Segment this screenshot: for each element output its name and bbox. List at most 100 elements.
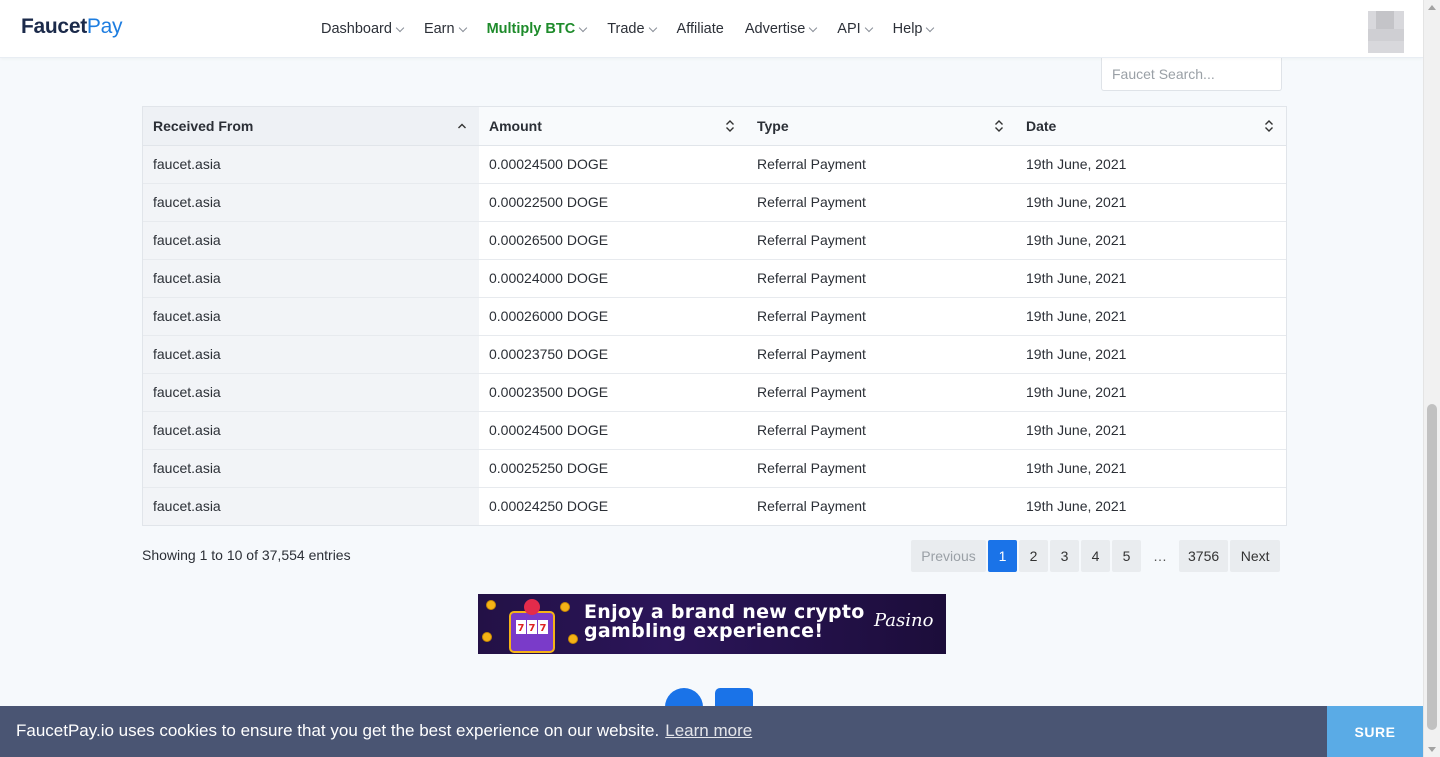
cell-amount: 0.00025250 DOGE <box>479 449 747 488</box>
cookie-accept-button[interactable]: SURE <box>1327 706 1423 757</box>
sort-icon <box>725 119 735 133</box>
chevron-down-icon <box>809 23 818 32</box>
cell-date: 19th June, 2021 <box>1016 297 1286 336</box>
nav-label: Earn <box>423 21 455 37</box>
previous-page-button[interactable]: Previous <box>911 540 986 572</box>
nav-label: Multiply BTC <box>486 21 576 37</box>
cell-type: Referral Payment <box>747 297 1016 336</box>
cell-date: 19th June, 2021 <box>1016 411 1286 450</box>
cell-amount: 0.00024250 DOGE <box>489 498 609 515</box>
nav-label: Help <box>892 21 923 37</box>
column-header-label: Type <box>757 117 789 134</box>
cell-amount: 0.00026500 DOGE <box>479 221 747 260</box>
cell-date: 19th June, 2021 <box>1016 145 1286 184</box>
cell-date: 19th June, 2021 <box>1016 221 1286 260</box>
page-button-3[interactable]: 3 <box>1050 540 1079 572</box>
coin-icon <box>568 634 578 644</box>
nav-item-trade[interactable]: Trade <box>607 21 657 37</box>
cell-type: Referral Payment <box>747 335 1016 374</box>
nav-item-advertise[interactable]: Advertise <box>744 21 818 37</box>
column-header-amount[interactable]: Amount <box>479 107 747 146</box>
pagination-ellipsis: … <box>1153 548 1167 564</box>
table-row: faucet.asia 0.00023500 DOGE Referral Payme… <box>143 373 1286 412</box>
page-scrollbar[interactable] <box>1423 0 1440 757</box>
table-header-row: Received From Amount Type Date <box>143 107 1286 146</box>
scroll-up-arrow-icon[interactable] <box>1428 5 1436 10</box>
table-row: faucet.asia 0.00026500 DOGE Referral Payme… <box>143 221 1286 260</box>
table-row: faucet.asia 0.00026000 DOGE Referral Payme… <box>143 297 1286 336</box>
nav-item-dashboard[interactable]: Dashboard <box>321 21 405 37</box>
table-row: faucet.asia 0.00024500 DOGE Referral Payme… <box>143 411 1286 450</box>
chevron-down-icon <box>864 23 873 32</box>
nav-label: API <box>837 21 861 37</box>
entries-info: Showing 1 to 10 of 37,554 entries <box>142 547 351 563</box>
column-header-date[interactable]: Date <box>1016 107 1286 146</box>
cell-amount: 0.00024500 DOGE <box>479 145 747 184</box>
scroll-down-arrow-icon[interactable] <box>1428 747 1436 752</box>
page-button-1[interactable]: 1 <box>988 540 1017 572</box>
faucetpay-logo[interactable]: FaucetPay <box>21 15 122 39</box>
cell-date: 19th June, 2021 <box>1016 335 1286 374</box>
coin-icon <box>560 602 570 612</box>
cell-amount: 0.00023750 DOGE <box>479 335 747 374</box>
cell-received-from: faucet.asia <box>143 259 479 298</box>
cell-type: Referral Payment <box>747 183 1016 222</box>
pasino-banner-ad[interactable]: 7 7 7 Enjoy a brand new crypto gambling … <box>478 594 946 654</box>
cell-received-from: faucet.asia <box>143 183 479 222</box>
sort-ascending-icon <box>457 119 467 133</box>
banner-headline: Enjoy a brand new crypto gambling experi… <box>584 603 865 641</box>
main-nav: Dashboard Earn Multiply BTC Trade Affili… <box>321 0 954 58</box>
cell-type: Referral Payment <box>747 145 1016 184</box>
next-page-button[interactable]: Next <box>1230 540 1281 572</box>
cell-received-from: faucet.asia <box>143 373 479 412</box>
nav-item-affiliate[interactable]: Affiliate <box>677 21 724 37</box>
scrollbar-thumb[interactable] <box>1427 404 1437 730</box>
sort-icon <box>994 119 1004 133</box>
cell-type: Referral Payment <box>757 498 866 515</box>
column-header-type[interactable]: Type <box>747 107 1016 146</box>
learn-more-link[interactable]: Learn more <box>665 721 752 740</box>
table-row: faucet.asia 0.00024000 DOGE Referral Payme… <box>143 259 1286 298</box>
cell-type: Referral Payment <box>747 449 1016 488</box>
cell-type: Referral Payment <box>747 411 1016 450</box>
page-button-5[interactable]: 5 <box>1112 540 1141 572</box>
nav-item-multiply-btc[interactable]: Multiply BTC <box>486 21 588 37</box>
column-header-received-from[interactable]: Received From <box>143 107 479 146</box>
nav-label: Advertise <box>744 21 806 37</box>
cell-date: 19th June, 2021 <box>1016 183 1286 222</box>
cell-amount: 0.00023500 DOGE <box>479 373 747 412</box>
table-row: faucet.asia 0.00025250 DOGE Referral Payme… <box>143 449 1286 488</box>
nav-label: Affiliate <box>676 21 724 37</box>
nav-item-api[interactable]: API <box>837 21 873 37</box>
cell-date: 19th June, 2021 <box>1016 259 1286 298</box>
page-button-2[interactable]: 2 <box>1019 540 1048 572</box>
cell-received-from: faucet.asia <box>143 297 479 336</box>
table-row: faucet.asia 0.00024250 DOGE Referral Payme… <box>143 487 1286 525</box>
logo-text-pay: Pay <box>86 15 123 38</box>
cell-date: 19th June, 2021 <box>1016 373 1286 412</box>
cookie-text: FaucetPay.io uses cookies to ensure that… <box>16 721 660 740</box>
pagination: Previous 1 2 3 4 5 … 3756 Next <box>911 540 1282 572</box>
page-button-4[interactable]: 4 <box>1081 540 1110 572</box>
cell-date: 19th June, 2021 <box>1026 498 1127 515</box>
pasino-logo: Pasino <box>874 610 934 631</box>
page-button-last[interactable]: 3756 <box>1179 540 1229 572</box>
logo-text-faucet: Faucet <box>21 15 87 38</box>
faucet-search-input[interactable] <box>1101 58 1282 91</box>
nav-item-earn[interactable]: Earn <box>423 21 467 37</box>
nav-item-help[interactable]: Help <box>892 21 935 37</box>
table-row: faucet.asia 0.00023750 DOGE Referral Payme… <box>143 335 1286 374</box>
cell-date: 19th June, 2021 <box>1016 449 1286 488</box>
chevron-down-icon <box>578 23 588 32</box>
nav-label: Dashboard <box>321 21 392 37</box>
column-header-label: Received From <box>153 117 254 134</box>
table-row: faucet.asia 0.00022500 DOGE Referral Payme… <box>143 183 1286 222</box>
user-avatar[interactable] <box>1368 11 1404 53</box>
cell-amount: 0.00024000 DOGE <box>479 259 747 298</box>
table-row: faucet.asia 0.00024500 DOGE Referral Payme… <box>143 145 1286 184</box>
chevron-down-icon <box>926 23 935 32</box>
chevron-down-icon <box>458 23 467 32</box>
svg-text:7: 7 <box>518 623 525 634</box>
svg-text:7: 7 <box>540 623 547 634</box>
cell-type: Referral Payment <box>747 221 1016 260</box>
